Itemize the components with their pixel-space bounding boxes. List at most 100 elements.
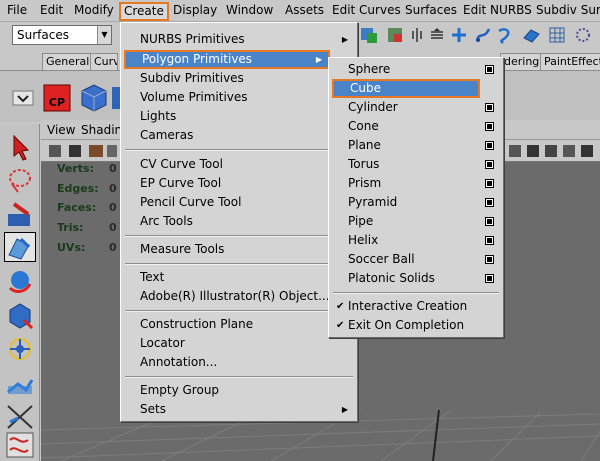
menu-separator	[125, 310, 353, 312]
scale-tool-icon[interactable]	[4, 300, 36, 330]
menu-item-construction-plane[interactable]: Construction Plane	[124, 315, 354, 334]
menu-item-nurbs-primitives[interactable]: NURBS Primitives ▶	[124, 30, 354, 49]
menu-assets[interactable]: Assets	[284, 3, 325, 20]
menu-item-cone[interactable]: Cone	[332, 117, 500, 136]
menu-item-soccer-ball[interactable]: Soccer Ball	[332, 250, 500, 269]
tab-curves[interactable]: Curve	[90, 53, 118, 70]
shelf-options-icon[interactable]	[12, 79, 34, 113]
checkmark-icon: ✔	[336, 301, 345, 312]
menu-item-cube[interactable]: Cube	[332, 79, 480, 98]
menu-create[interactable]: Create	[119, 2, 169, 21]
option-box-icon[interactable]	[485, 274, 494, 283]
plus-icon[interactable]	[450, 26, 468, 44]
menu-item-cv-curve-tool[interactable]: CV Curve Tool	[124, 155, 354, 174]
main-menu-bar: File Edit Modify Create Display Window A…	[0, 0, 600, 22]
tab-paint-effects[interactable]: PaintEffects	[540, 53, 600, 70]
menu-subdiv-surfaces[interactable]: Subdiv Surfa	[535, 3, 600, 20]
menu-item-cylinder[interactable]: Cylinder	[332, 98, 500, 117]
option-box-icon[interactable]	[485, 255, 494, 264]
sculpt-icon[interactable]	[4, 402, 36, 432]
option-box-icon[interactable]	[485, 141, 494, 150]
menu-item-locator[interactable]: Locator	[124, 334, 354, 353]
menu-surfaces[interactable]: Surfaces	[404, 3, 458, 20]
create-menu: NURBS Primitives ▶ Polygon Primitives ▶ Su…	[120, 22, 358, 422]
snap-align-icon[interactable]	[428, 26, 446, 44]
menuset-value: Surfaces	[17, 28, 69, 42]
option-box-icon[interactable]	[485, 122, 494, 131]
menu-item-ep-curve-tool[interactable]: EP Curve Tool	[124, 174, 354, 193]
menu-item-exit-on-completion[interactable]: ✔ Exit On Completion	[332, 316, 500, 335]
menu-item-pyramid[interactable]: Pyramid	[332, 193, 500, 212]
panel-toolbar-icons[interactable]	[47, 142, 119, 163]
menu-item-helix[interactable]: Helix	[332, 231, 500, 250]
menu-item-lights[interactable]: Lights▶	[124, 107, 354, 126]
layout-icon[interactable]	[4, 430, 36, 460]
magnet-icon[interactable]	[408, 26, 426, 44]
lattice-icon[interactable]	[548, 26, 566, 44]
tab-general[interactable]: General	[42, 53, 94, 70]
menu-item-polygon-primitives[interactable]: Polygon Primitives ▶	[124, 50, 330, 69]
menuset-dropdown[interactable]: Surfaces ▼	[12, 25, 112, 45]
cp-icon[interactable]: CP	[42, 79, 72, 113]
menu-edit-curves[interactable]: Edit Curves	[331, 3, 402, 20]
menu-item-measure-tools[interactable]: Measure Tools▶	[124, 240, 354, 259]
menu-item-pipe[interactable]: Pipe	[332, 212, 500, 231]
menu-item-annotation[interactable]: Annotation...	[124, 353, 354, 372]
menu-item-plane[interactable]: Plane	[332, 136, 500, 155]
menu-item-arc-tools[interactable]: Arc Tools▶	[124, 212, 354, 231]
checkmark-icon: ✔	[336, 320, 345, 331]
option-box-icon[interactable]	[485, 179, 494, 188]
chevron-down-icon: ▼	[97, 26, 111, 44]
panel-menu-shading[interactable]: Shadin	[81, 123, 122, 137]
option-box-icon[interactable]	[485, 160, 494, 169]
option-box-icon[interactable]	[485, 217, 494, 226]
hud-tris: Tris: 0	[57, 221, 117, 234]
paint-icon[interactable]	[574, 26, 592, 44]
option-box-icon[interactable]	[485, 236, 494, 245]
option-box-icon[interactable]	[485, 103, 494, 112]
menu-item-interactive-creation[interactable]: ✔ Interactive Creation	[332, 297, 500, 316]
menu-item-cameras[interactable]: Cameras▶	[124, 126, 354, 145]
menu-item-sphere[interactable]: Sphere	[332, 60, 500, 79]
panel-menu-view[interactable]: View	[47, 123, 75, 137]
select-tool-icon[interactable]	[4, 132, 36, 162]
paint-select-icon[interactable]	[4, 200, 36, 230]
soft-mod-icon[interactable]	[4, 368, 36, 398]
menu-item-adobe-illustrator-object[interactable]: Adobe(R) Illustrator(R) Object...	[124, 287, 354, 306]
menu-separator	[125, 376, 353, 378]
cube-shelf-icon[interactable]	[78, 79, 108, 113]
lasso-tool-icon[interactable]	[4, 166, 36, 196]
move-tool-icon[interactable]	[4, 232, 36, 262]
menu-modify[interactable]: Modify	[73, 3, 115, 20]
panel-display-icons[interactable]	[507, 142, 599, 163]
plane-icon[interactable]	[522, 26, 540, 44]
menu-item-prism[interactable]: Prism	[332, 174, 500, 193]
submenu-arrow-icon: ▶	[315, 55, 322, 64]
render-icon[interactable]	[360, 26, 378, 44]
menu-item-torus[interactable]: Torus	[332, 155, 500, 174]
rotate-tool-icon[interactable]	[4, 266, 36, 296]
option-box-icon[interactable]	[485, 198, 494, 207]
menu-edit-nurbs[interactable]: Edit NURBS	[462, 3, 533, 20]
menu-item-volume-primitives[interactable]: Volume Primitives▶	[124, 88, 354, 107]
menu-item-text[interactable]: Text	[124, 268, 354, 287]
menu-window[interactable]: Window	[225, 3, 274, 20]
menu-item-pencil-curve-tool[interactable]: Pencil Curve Tool	[124, 193, 354, 212]
hud-uvs: UVs: 0	[57, 241, 117, 254]
menu-separator	[333, 292, 499, 294]
menu-item-empty-group[interactable]: Empty Group	[124, 381, 354, 400]
menu-file[interactable]: File	[6, 3, 28, 20]
menu-item-sets[interactable]: Sets ▶	[124, 400, 354, 419]
grid-snap-icon[interactable]	[386, 26, 404, 44]
option-box-icon[interactable]	[485, 65, 494, 74]
curve-tool-icon[interactable]	[474, 26, 492, 44]
spiral-icon[interactable]	[496, 26, 514, 44]
submenu-arrow-icon: ▶	[341, 35, 348, 44]
hud-faces: Faces: 0	[57, 201, 117, 214]
menu-edit[interactable]: Edit	[39, 3, 64, 20]
menu-display[interactable]: Display	[172, 3, 218, 20]
menu-item-subdiv-primitives[interactable]: Subdiv Primitives▶	[124, 69, 354, 88]
tab-rendering[interactable]: dering	[500, 53, 544, 70]
menu-item-platonic-solids[interactable]: Platonic Solids	[332, 269, 500, 288]
manipulator-icon[interactable]	[4, 334, 36, 364]
